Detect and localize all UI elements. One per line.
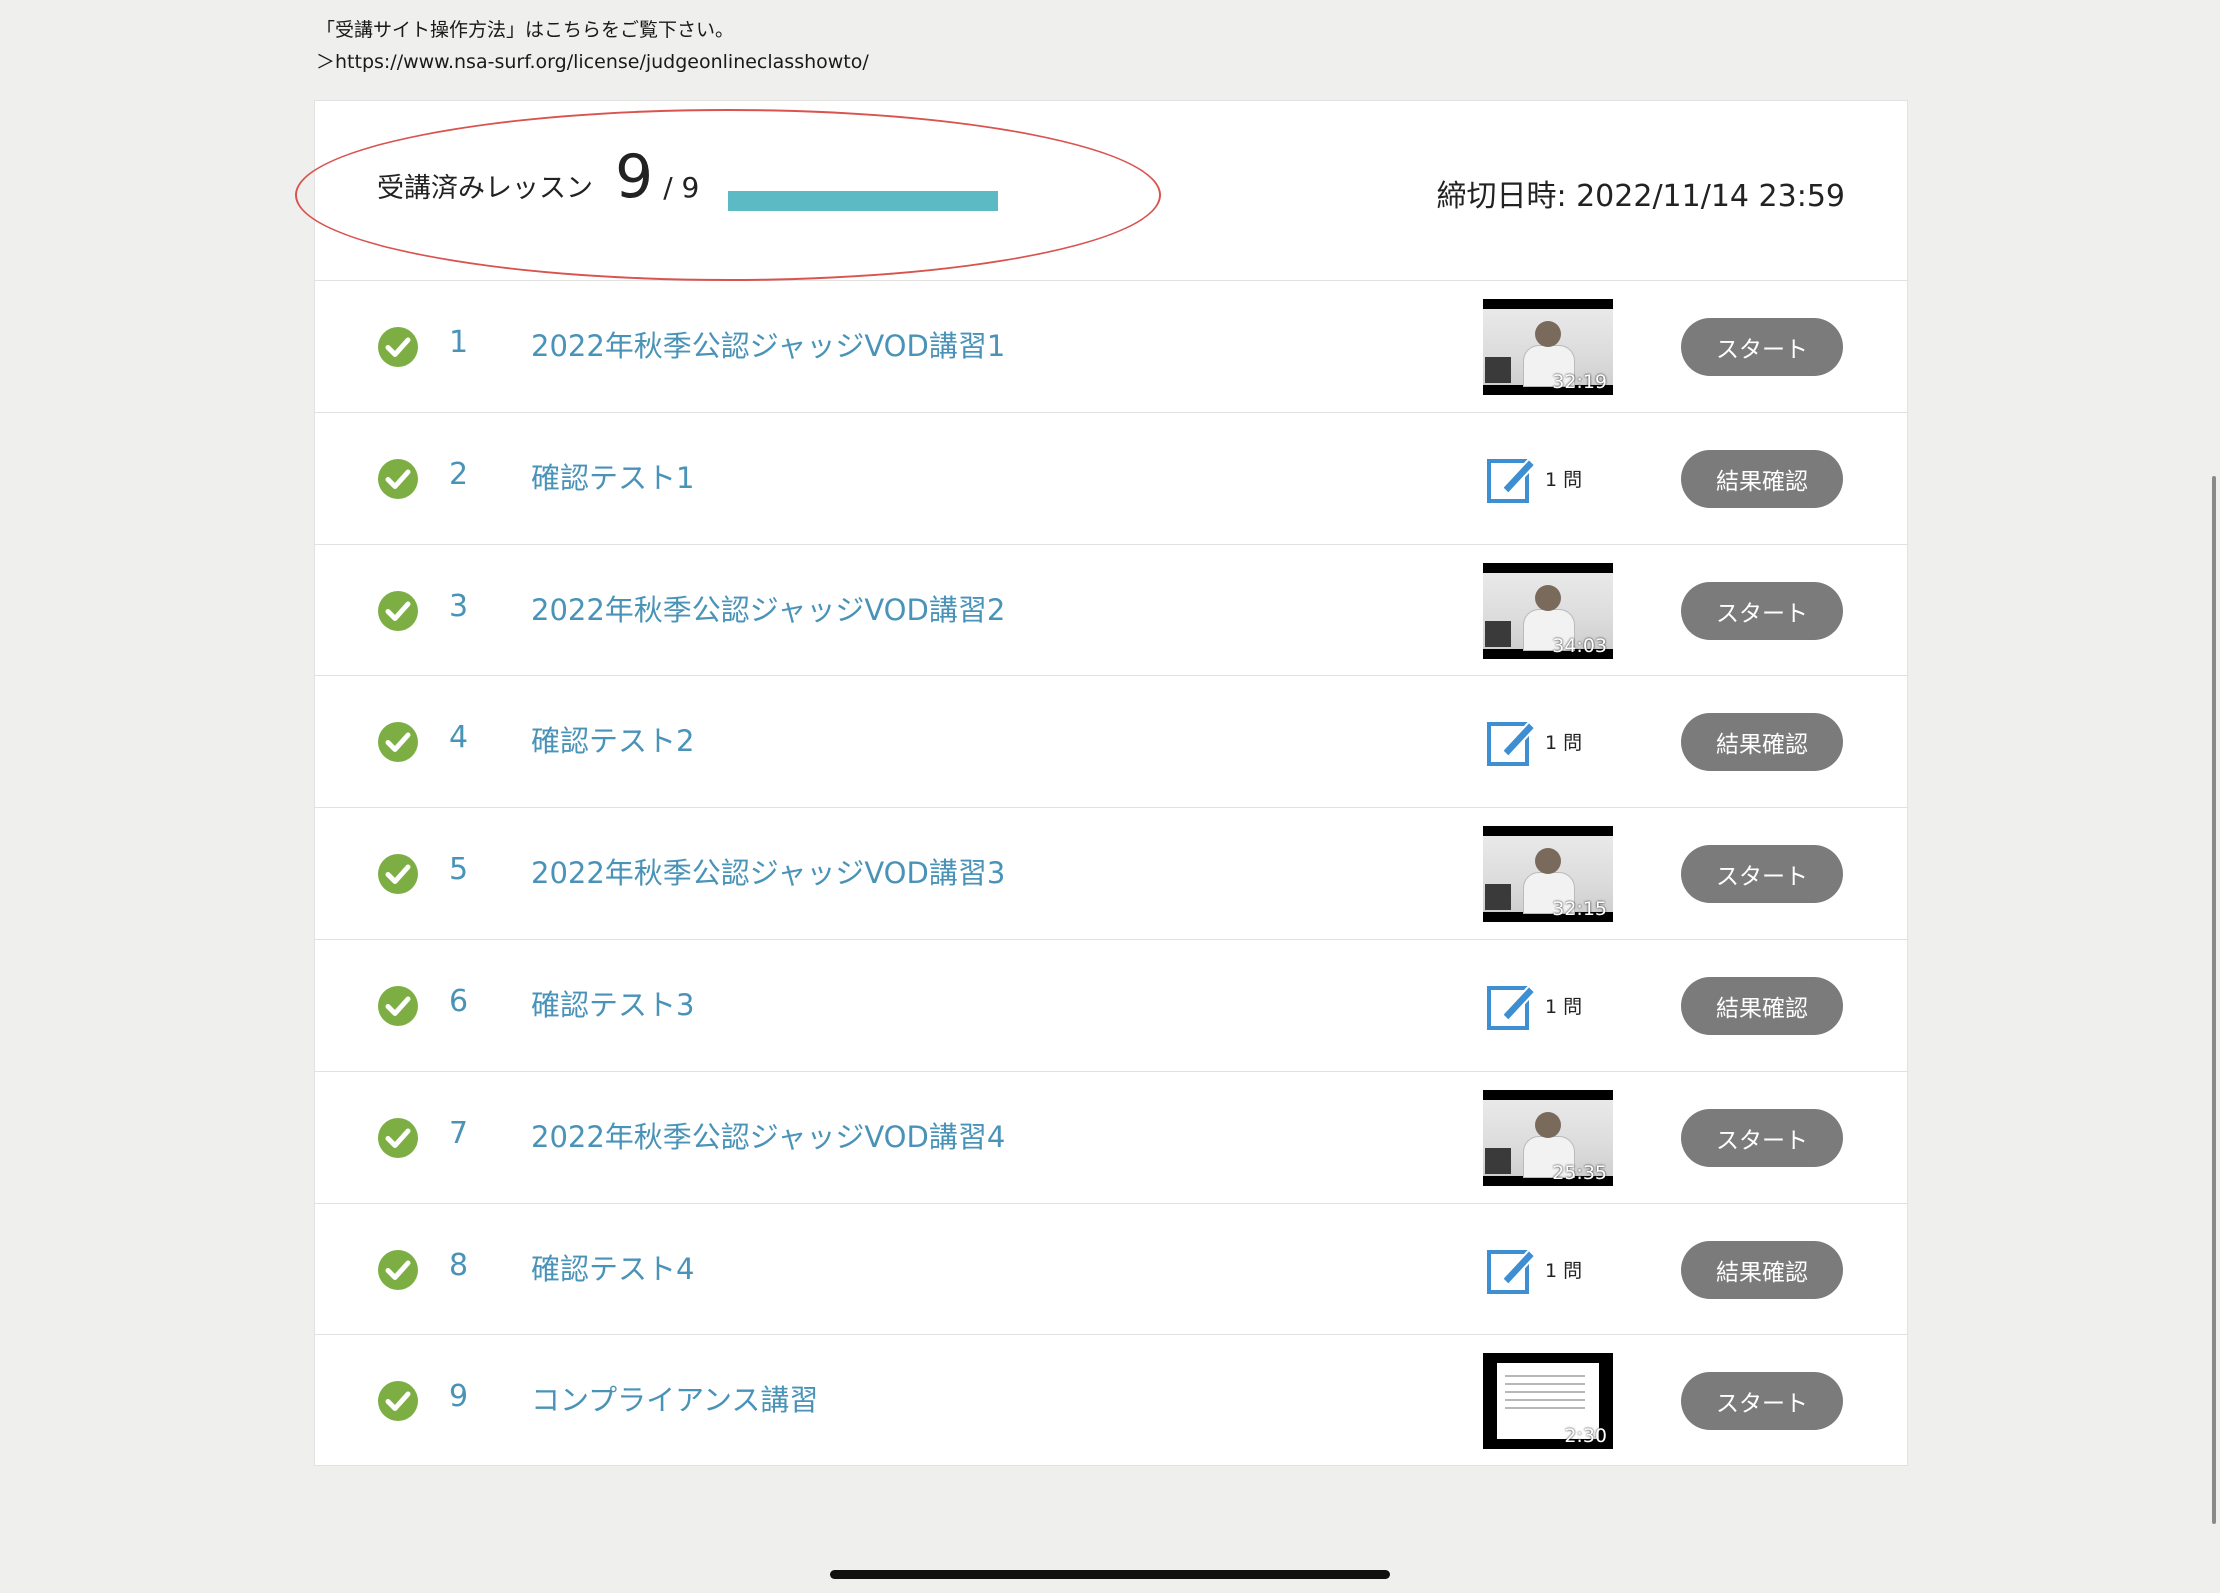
lesson-row: 6 確認テスト3 1 問 結果確認 xyxy=(315,940,1907,1072)
lesson-row: 9 コンプライアンス講習 2:30 スタート xyxy=(315,1335,1907,1467)
thumbnail-inset xyxy=(1485,357,1511,383)
video-thumbnail[interactable]: 34:03 xyxy=(1483,562,1613,659)
thumbnail-inset xyxy=(1485,884,1511,911)
check-circle-icon xyxy=(377,326,419,368)
lesson-number: 5 xyxy=(449,852,469,888)
home-indicator xyxy=(830,1570,1390,1579)
check-circle-icon xyxy=(377,853,419,895)
progress-summary: 受講済みレッスン 9 / 9 xyxy=(377,147,699,207)
video-duration: 25:35 xyxy=(1552,1161,1607,1184)
lesson-number: 4 xyxy=(449,720,469,756)
video-thumbnail[interactable]: 25:35 xyxy=(1483,1089,1613,1186)
start-button[interactable]: スタート xyxy=(1681,1108,1843,1167)
question-count: 1 問 xyxy=(1545,732,1583,755)
lesson-title-link[interactable]: 2022年秋季公認ジャッジVOD講習3 xyxy=(531,850,1005,892)
question-count: 1 問 xyxy=(1545,995,1583,1018)
progress-bar-fill xyxy=(728,191,998,211)
lesson-row: 7 2022年秋季公認ジャッジVOD講習4 25:35 スタート xyxy=(315,1072,1907,1204)
lesson-row: 2 確認テスト1 1 問 結果確認 xyxy=(315,413,1907,545)
video-duration: 34:03 xyxy=(1552,634,1607,657)
lesson-title-link[interactable]: 2022年秋季公認ジャッジVOD講習2 xyxy=(531,587,1005,629)
thumbnail-presenter-head xyxy=(1535,584,1561,611)
progress-completed-count: 9 xyxy=(615,142,654,212)
edit-quiz-icon xyxy=(1485,1242,1539,1296)
thumbnail-inset xyxy=(1485,620,1511,647)
edit-quiz-icon xyxy=(1485,978,1539,1032)
start-button[interactable]: スタート xyxy=(1681,845,1843,904)
lesson-title-link[interactable]: 2022年秋季公認ジャッジVOD講習4 xyxy=(531,1114,1005,1156)
lesson-row: 4 確認テスト2 1 問 結果確認 xyxy=(315,676,1907,809)
check-circle-icon xyxy=(377,590,419,632)
deadline-text: 締切日時: 2022/11/14 23:59 xyxy=(1436,179,1845,214)
start-button[interactable]: スタート xyxy=(1681,581,1843,640)
view-results-button[interactable]: 結果確認 xyxy=(1681,449,1843,508)
lesson-number: 8 xyxy=(449,1247,469,1283)
howto-link[interactable]: ＞https://www.nsa-surf.org/license/judgeo… xyxy=(316,46,869,78)
view-results-button[interactable]: 結果確認 xyxy=(1681,713,1843,772)
question-count: 1 問 xyxy=(1545,468,1583,491)
start-button[interactable]: スタート xyxy=(1681,1372,1843,1431)
lesson-number: 9 xyxy=(449,1379,469,1415)
thumbnail-presenter-head xyxy=(1535,321,1561,347)
view-results-button[interactable]: 結果確認 xyxy=(1681,976,1843,1035)
check-circle-icon xyxy=(377,1117,419,1159)
progress-header: 受講済みレッスン 9 / 9 締切日時: 2022/11/14 23:59 xyxy=(295,101,1907,281)
edit-quiz-icon xyxy=(1485,451,1539,505)
check-circle-icon xyxy=(377,985,419,1027)
lesson-title-link[interactable]: 確認テスト2 xyxy=(531,718,694,760)
lesson-title-link[interactable]: コンプライアンス講習 xyxy=(531,1377,818,1419)
thumbnail-inset xyxy=(1485,1147,1511,1174)
lesson-number: 7 xyxy=(449,1115,469,1151)
lesson-title-link[interactable]: 確認テスト1 xyxy=(531,455,694,497)
video-duration: 32:15 xyxy=(1552,898,1607,921)
edit-quiz-icon xyxy=(1485,714,1539,768)
lesson-row: 5 2022年秋季公認ジャッジVOD講習3 32:15 スタート xyxy=(315,808,1907,940)
question-count: 1 問 xyxy=(1545,1259,1583,1282)
thumbnail-presenter-head xyxy=(1535,1111,1561,1138)
view-results-button[interactable]: 結果確認 xyxy=(1681,1240,1843,1299)
start-button[interactable]: スタート xyxy=(1681,318,1843,376)
lesson-row: 8 確認テスト4 1 問 結果確認 xyxy=(315,1204,1907,1336)
thumbnail-slide-text xyxy=(1505,1375,1585,1416)
lesson-row: 3 2022年秋季公認ジャッジVOD講習2 34:03 スタート xyxy=(315,545,1907,677)
video-duration: 32:19 xyxy=(1552,371,1607,393)
lesson-number: 6 xyxy=(449,983,469,1019)
lesson-row: 1 2022年秋季公認ジャッジVOD講習1 32:19 スタート xyxy=(315,281,1907,413)
lesson-title-link[interactable]: 2022年秋季公認ジャッジVOD講習1 xyxy=(531,323,1005,365)
notice-text: 「受講サイト操作方法」はこちらをご覧下さい。 xyxy=(316,19,735,41)
lesson-list: 1 2022年秋季公認ジャッジVOD講習1 32:19 スタート 2 確認テスト… xyxy=(315,281,1907,1467)
video-thumbnail[interactable]: 32:15 xyxy=(1483,826,1613,923)
lesson-number: 3 xyxy=(449,588,469,624)
check-circle-icon xyxy=(377,721,419,763)
instructions-notice: 「受講サイト操作方法」はこちらをご覧下さい。 ＞https://www.nsa-… xyxy=(316,14,869,78)
progress-total-count: / 9 xyxy=(663,171,700,204)
progress-bar xyxy=(728,191,998,211)
scrollbar[interactable] xyxy=(2212,476,2216,1524)
check-circle-icon xyxy=(377,1380,419,1422)
check-circle-icon xyxy=(377,1249,419,1291)
video-thumbnail[interactable]: 2:30 xyxy=(1483,1353,1613,1450)
check-circle-icon xyxy=(377,458,419,500)
lesson-number: 1 xyxy=(449,325,469,360)
video-duration: 2:30 xyxy=(1564,1425,1607,1448)
lesson-title-link[interactable]: 確認テスト4 xyxy=(531,1246,694,1288)
lesson-title-link[interactable]: 確認テスト3 xyxy=(531,982,694,1024)
video-thumbnail[interactable]: 32:19 xyxy=(1483,299,1613,395)
progress-label: 受講済みレッスン xyxy=(377,173,593,204)
lesson-number: 2 xyxy=(449,456,469,492)
lesson-card: 受講済みレッスン 9 / 9 締切日時: 2022/11/14 23:59 1 … xyxy=(295,100,1908,1467)
thumbnail-presenter-head xyxy=(1535,848,1561,875)
